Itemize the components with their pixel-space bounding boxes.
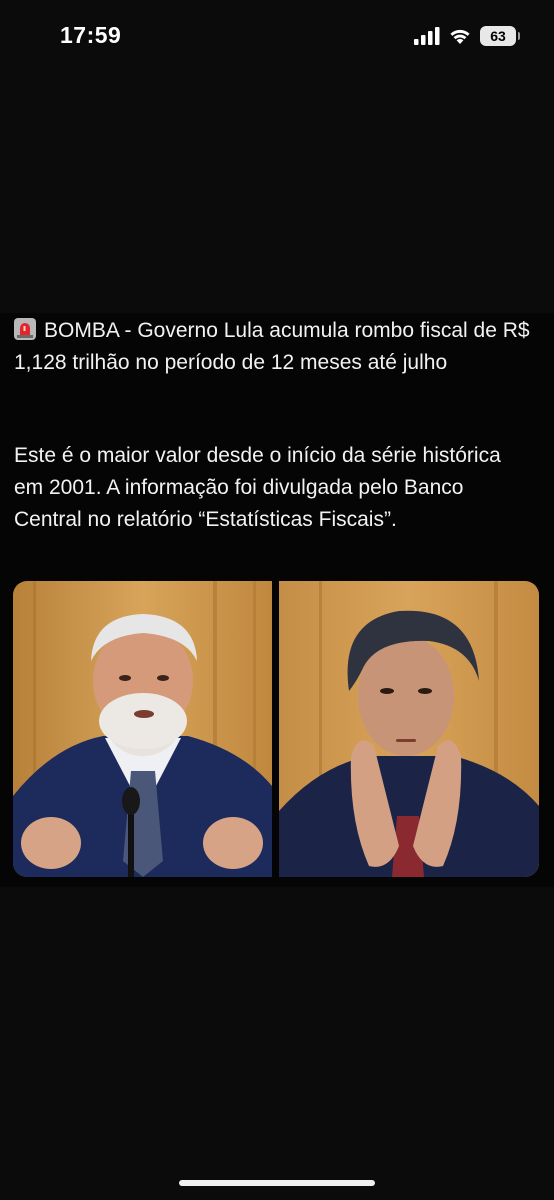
battery-icon: 63	[480, 26, 520, 46]
post-body: Este é o maior valor desde o início da s…	[14, 444, 501, 531]
status-bar: 17:59 63	[0, 0, 554, 74]
home-indicator[interactable]	[179, 1180, 375, 1186]
siren-icon	[14, 318, 36, 340]
signal-icon	[414, 27, 440, 45]
post-headline: BOMBA - Governo Lula acumula rombo fisca…	[14, 315, 534, 379]
post-headline-text: BOMBA - Governo Lula acumula rombo fisca…	[14, 319, 530, 374]
photo-haddad[interactable]	[279, 581, 539, 877]
wifi-icon	[450, 29, 470, 44]
post-card[interactable]: BOMBA - Governo Lula acumula rombo fisca…	[0, 313, 554, 887]
status-time: 17:59	[60, 22, 122, 48]
photo-lula[interactable]	[13, 581, 272, 877]
status-icons: 63	[414, 26, 520, 46]
